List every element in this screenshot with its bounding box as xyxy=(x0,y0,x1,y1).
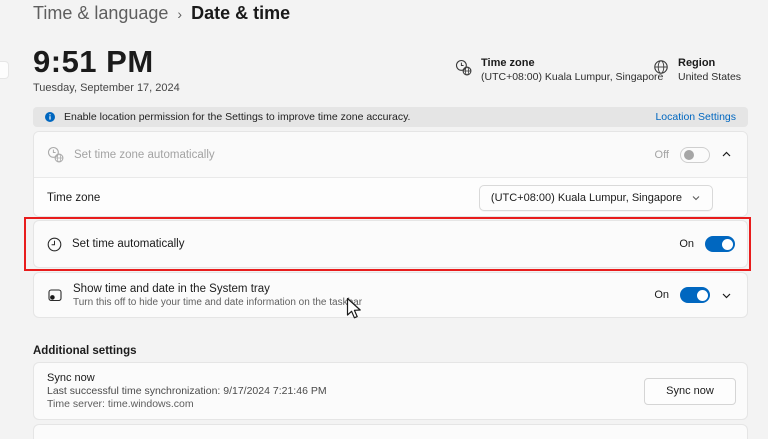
sync-last-success: Last successful time synchronization: 9/… xyxy=(47,385,327,397)
set-timezone-auto-label: Set time zone automatically xyxy=(74,148,215,161)
sync-now-button[interactable]: Sync now xyxy=(644,377,736,405)
timezone-row-label: Time zone xyxy=(47,191,101,204)
tray-state: On xyxy=(654,289,669,301)
timezone-dropdown[interactable]: (UTC+08:00) Kuala Lumpur, Singapore xyxy=(478,184,713,211)
region-label: Region xyxy=(678,57,716,69)
set-time-auto-state: On xyxy=(679,238,694,250)
sync-title: Sync now xyxy=(47,372,95,384)
tray-description: Turn this off to hide your time and date… xyxy=(73,296,363,308)
page-title: Date & time xyxy=(191,3,291,23)
breadcrumb-parent[interactable]: Time & language xyxy=(33,3,168,24)
current-date: Tuesday, September 17, 2024 xyxy=(33,82,180,94)
chevron-up-icon[interactable] xyxy=(721,149,732,160)
sync-card: Sync now Last successful time synchroniz… xyxy=(33,362,748,420)
header-region-group: Region United States xyxy=(653,56,741,84)
banner-message: Enable location permission for the Setti… xyxy=(64,111,411,123)
tray-time-card: Show time and date in the System tray Tu… xyxy=(33,272,748,318)
sync-time-server: Time server: time.windows.com xyxy=(47,398,194,410)
globe-icon xyxy=(654,60,668,74)
chevron-down-icon xyxy=(692,195,700,200)
location-permission-banner: Enable location permission for the Setti… xyxy=(33,107,748,127)
set-timezone-auto-row[interactable]: Set time zone automatically Off xyxy=(34,132,747,178)
region-value: United States xyxy=(678,71,742,83)
clock-icon xyxy=(47,237,62,251)
timezone-dropdown-value: (UTC+08:00) Kuala Lumpur, Singapore xyxy=(490,191,682,204)
set-time-auto-label: Set time automatically xyxy=(72,238,185,250)
tray-label: Show time and date in the System tray xyxy=(73,282,270,295)
tray-toggle[interactable] xyxy=(680,287,710,303)
set-timezone-auto-toggle[interactable] xyxy=(680,146,710,163)
clock-globe-icon xyxy=(47,146,64,163)
set-time-auto-card: Set time automatically On xyxy=(33,220,748,268)
timezone-clock-globe-icon xyxy=(455,59,472,76)
timezone-auto-expander-card: Set time zone automatically Off Time zon… xyxy=(33,131,748,217)
location-settings-link[interactable]: Location Settings xyxy=(655,111,736,123)
set-time-auto-toggle[interactable] xyxy=(705,236,735,252)
breadcrumb-separator-icon: › xyxy=(177,6,183,22)
left-edge-partial-element xyxy=(0,61,9,79)
chevron-down-icon[interactable] xyxy=(721,290,732,301)
timezone-label: Time zone xyxy=(481,57,535,69)
additional-settings-heading: Additional settings xyxy=(33,345,137,357)
partially-visible-card xyxy=(33,424,748,439)
header-timezone-group: Time zone (UTC+08:00) Kuala Lumpur, Sing… xyxy=(455,56,663,84)
date-time-settings-page: Time & language › Date & time 9:51 PM Tu… xyxy=(0,0,768,439)
info-icon xyxy=(45,112,55,122)
current-time: 9:51 PM xyxy=(33,44,154,79)
timezone-select-row: Time zone (UTC+08:00) Kuala Lumpur, Sing… xyxy=(34,178,747,216)
breadcrumb: Time & language › Date & time xyxy=(33,3,290,24)
timezone-value: (UTC+08:00) Kuala Lumpur, Singapore xyxy=(481,71,664,83)
set-timezone-auto-state: Off xyxy=(654,148,669,161)
system-tray-icon xyxy=(48,289,62,302)
